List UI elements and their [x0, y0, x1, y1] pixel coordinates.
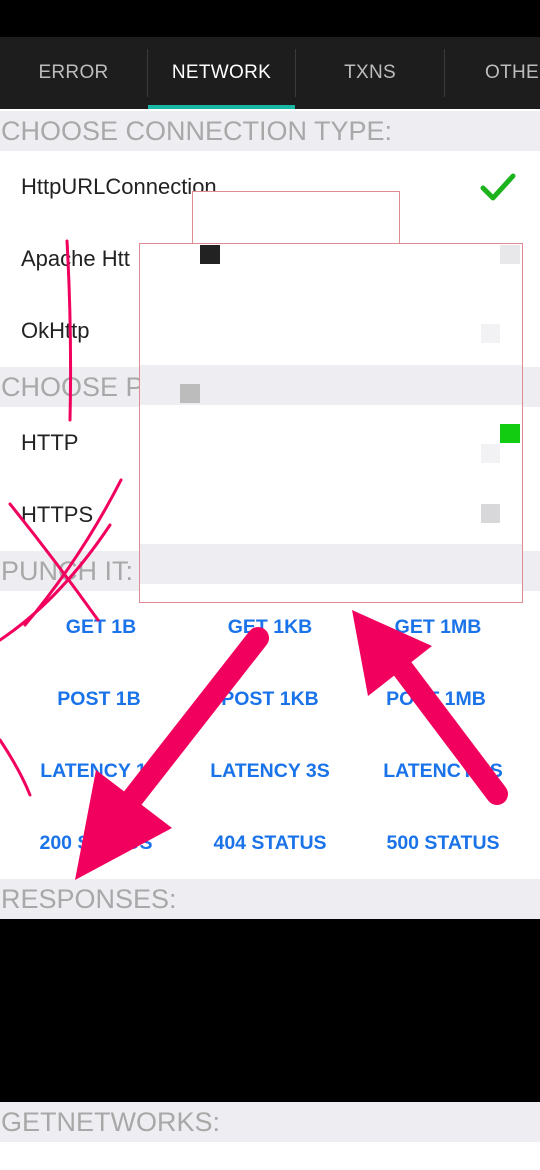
option-label: HttpURLConnection — [21, 174, 217, 199]
option-label: OkHttp — [21, 318, 90, 343]
light-square — [481, 324, 500, 343]
status-500-button[interactable]: 500 STATUS — [353, 807, 533, 879]
checkmark-icon — [480, 173, 516, 201]
latency-1s-button[interactable]: LATENCY 1S — [10, 735, 190, 807]
gray-square — [180, 384, 200, 403]
section-header-getnetworks: GETNETWORKS: — [0, 1102, 540, 1142]
post-1b-button[interactable]: POST 1B — [9, 663, 189, 735]
section-header-responses: RESPONSES: — [0, 879, 540, 919]
tab-bar: ERROR NETWORK TXNS OTHE — [0, 37, 540, 109]
status-bar — [0, 0, 540, 37]
popup-band — [140, 544, 522, 584]
option-label: HTTPS — [21, 502, 94, 527]
tab-txns[interactable]: TXNS — [296, 37, 444, 109]
light-square — [481, 444, 500, 463]
dark-square — [200, 245, 220, 264]
option-label: Apache Htt — [21, 246, 130, 271]
popup-outline — [192, 191, 400, 245]
option-label: HTTP — [21, 430, 79, 455]
post-1mb-button[interactable]: POST 1MB — [346, 663, 526, 735]
responses-output — [0, 919, 540, 1102]
status-200-button[interactable]: 200 STATUS — [6, 807, 186, 879]
light-square — [500, 245, 520, 264]
status-404-button[interactable]: 404 STATUS — [180, 807, 360, 879]
overlay-popup — [139, 243, 523, 603]
gray-square — [481, 504, 500, 523]
section-header-connection-type: CHOOSE CONNECTION TYPE: — [0, 111, 540, 151]
latency-3s-button[interactable]: LATENCY 3S — [180, 735, 360, 807]
latency-5s-button[interactable]: LATENCY 5S — [353, 735, 533, 807]
tab-network[interactable]: NETWORK — [148, 37, 295, 109]
green-square — [500, 424, 520, 443]
tab-other[interactable]: OTHE — [445, 37, 540, 109]
tab-error[interactable]: ERROR — [0, 37, 147, 109]
post-1kb-button[interactable]: POST 1KB — [180, 663, 360, 735]
